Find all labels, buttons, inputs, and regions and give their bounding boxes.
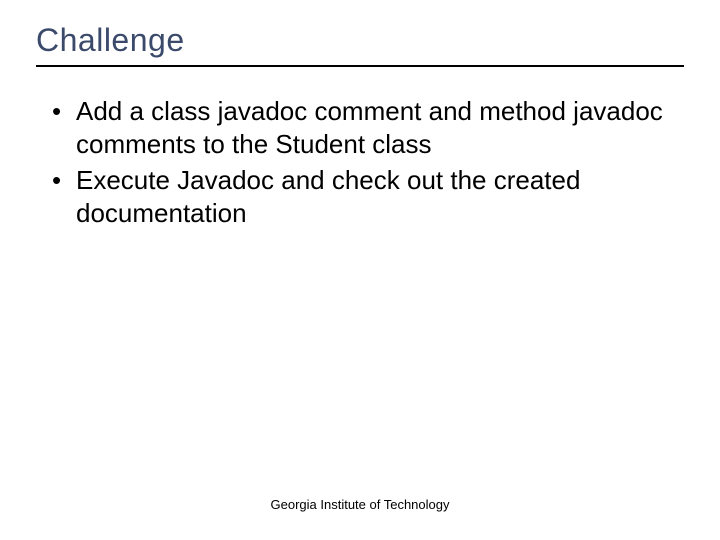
slide-content: Add a class javadoc comment and method j… — [36, 95, 684, 229]
slide-title: Challenge — [36, 22, 684, 67]
slide-footer: Georgia Institute of Technology — [0, 497, 720, 512]
bullet-item: Execute Javadoc and check out the create… — [48, 164, 684, 229]
bullet-item: Add a class javadoc comment and method j… — [48, 95, 684, 160]
bullet-list: Add a class javadoc comment and method j… — [48, 95, 684, 229]
slide-container: Challenge Add a class javadoc comment an… — [0, 0, 720, 540]
